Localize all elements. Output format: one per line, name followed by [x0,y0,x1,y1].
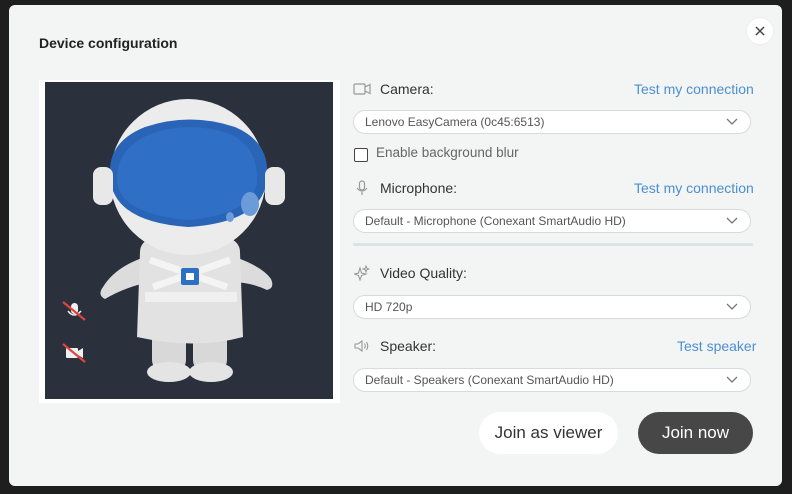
microphone-test-link[interactable]: Test my connection [634,180,754,196]
speaker-test-link[interactable]: Test speaker [677,338,756,354]
chevron-down-icon [726,118,738,125]
background-blur-checkbox[interactable] [354,148,368,162]
microphone-label-row: Microphone: [353,180,457,196]
chevron-down-icon [726,217,738,224]
sparkle-icon [353,265,371,281]
microphone-select-value: Default - Microphone (Conexant SmartAudi… [365,214,626,228]
speaker-label-row: Speaker: [353,338,436,354]
video-quality-label-row: Video Quality: [353,265,467,281]
camera-icon [353,81,371,97]
speaker-select-value: Default - Speakers (Conexant SmartAudio … [365,373,614,387]
video-quality-select-value: HD 720p [365,300,413,314]
video-quality-select[interactable]: HD 720p [353,295,751,319]
microphone-icon [353,180,371,196]
astronaut-avatar [93,99,285,382]
camera-off-icon [62,343,86,363]
background-blur-label: Enable background blur [376,145,519,160]
camera-test-link[interactable]: Test my connection [634,81,754,97]
microphone-label: Microphone: [380,180,458,196]
camera-label: Camera: [380,81,434,97]
video-preview [45,82,333,399]
chevron-down-icon [726,303,738,310]
camera-select[interactable]: Lenovo EasyCamera (0c45:6513) [353,110,751,134]
video-quality-label: Video Quality: [380,265,467,281]
speaker-select[interactable]: Default - Speakers (Conexant SmartAudio … [353,368,751,392]
device-config-dialog: Device configuration Camera: Test my con… [9,5,782,486]
close-icon [755,26,765,36]
close-button[interactable] [747,18,773,44]
chevron-down-icon [726,376,738,383]
dialog-title: Device configuration [39,35,178,51]
video-preview-frame [39,80,340,403]
join-now-button[interactable]: Join now [638,412,753,454]
speaker-label: Speaker: [380,338,437,354]
microphone-level-bar [353,243,753,246]
mic-muted-icon [62,301,86,321]
microphone-select[interactable]: Default - Microphone (Conexant SmartAudi… [353,209,751,233]
camera-label-row: Camera: [353,81,434,97]
camera-select-value: Lenovo EasyCamera (0c45:6513) [365,115,545,129]
join-as-viewer-button[interactable]: Join as viewer [479,412,618,454]
speaker-icon [353,338,371,354]
